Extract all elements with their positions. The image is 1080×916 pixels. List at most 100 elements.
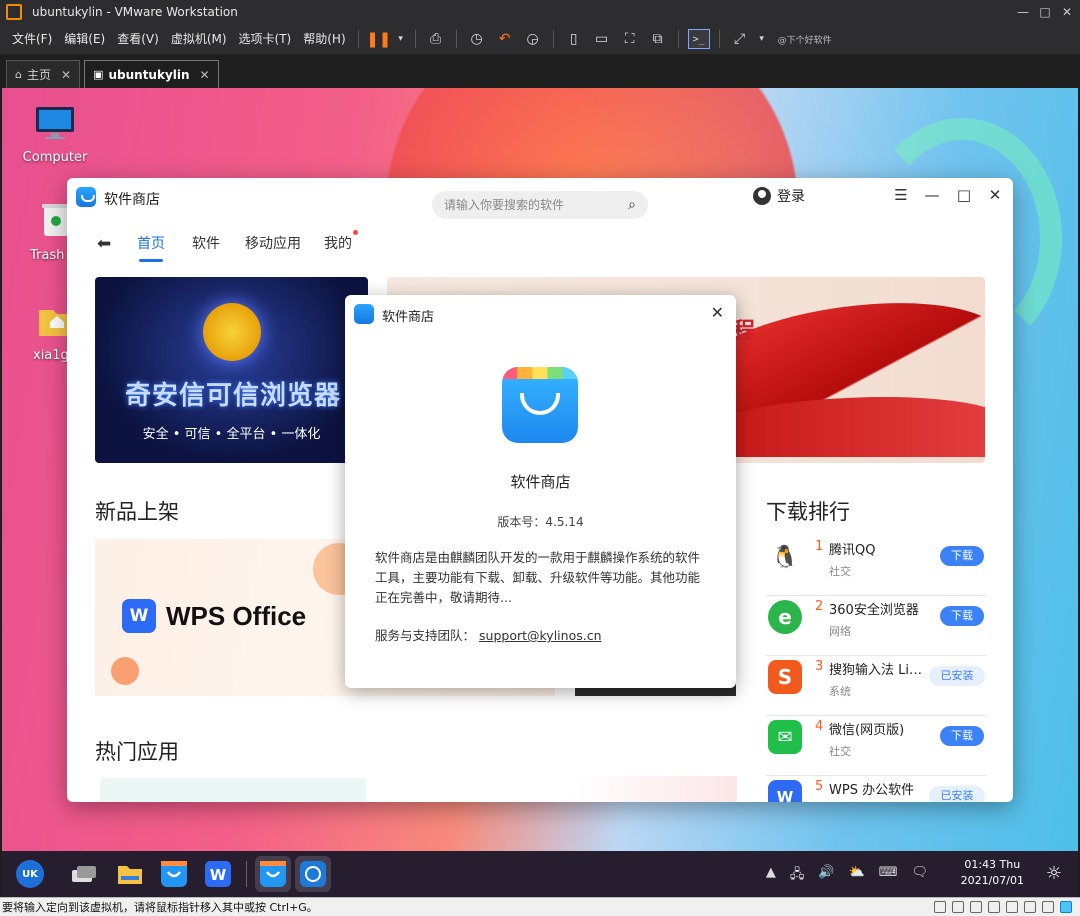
close-button[interactable]: ✕ <box>1054 0 1080 24</box>
wps-writer-icon[interactable]: W <box>200 856 236 892</box>
minimize-button[interactable]: — <box>922 186 942 204</box>
vmware-app-icon <box>6 4 22 20</box>
banner-text-fragment: 程 <box>733 319 756 344</box>
start-menu-icon[interactable]: UK <box>16 860 44 888</box>
desktop-icon-home[interactable]: xia1g <box>6 302 70 363</box>
multitask-view-icon[interactable] <box>66 856 102 892</box>
close-button[interactable]: ✕ <box>985 186 1005 204</box>
file-manager-icon[interactable] <box>112 856 148 892</box>
close-icon[interactable]: ✕ <box>711 303 724 322</box>
back-arrow-icon[interactable]: ⬅ <box>97 234 111 254</box>
screenshot-tool-icon[interactable] <box>295 856 331 892</box>
tab-mine[interactable]: 我的 <box>324 233 352 253</box>
revert-snapshot-icon[interactable]: ↶ <box>494 29 516 49</box>
search-icon[interactable]: ⌕ <box>628 197 636 213</box>
desktop-icon-label: xia1g <box>33 348 69 363</box>
installed-badge[interactable]: 已安装 <box>929 786 985 802</box>
send-ctrl-alt-del-icon[interactable]: ⎙ <box>425 29 447 49</box>
hot-app-card[interactable] <box>100 778 366 802</box>
store-logo-icon <box>354 304 374 324</box>
hdd-icon[interactable] <box>934 901 946 913</box>
360-browser-icon: e <box>768 600 802 634</box>
support-email-link[interactable]: support@kylinos.cn <box>479 628 601 643</box>
sidebar-toggle-icon[interactable]: ▯ <box>563 29 585 49</box>
tab-ubuntukylin[interactable]: ▣ ubuntukylin ✕ <box>84 60 219 88</box>
unity-icon[interactable]: ⧉ <box>647 29 669 49</box>
section-title-new: 新品上架 <box>95 500 179 524</box>
download-button[interactable]: 下载 <box>940 726 984 746</box>
download-button[interactable]: 下载 <box>940 546 984 566</box>
sound-icon[interactable] <box>1006 901 1018 913</box>
list-item[interactable]: W 5 WPS 办公软件 已安装 <box>766 776 986 802</box>
chevron-down-icon[interactable]: ▾ <box>757 29 767 49</box>
hot-app-card[interactable] <box>567 776 737 802</box>
toolbar-separator <box>357 30 359 48</box>
tab-label: 主页 <box>26 68 51 82</box>
section-title-hot: 热门应用 <box>95 740 179 764</box>
notification-icon[interactable]: 🗨 <box>911 865 928 887</box>
close-tab-icon[interactable]: ✕ <box>61 68 71 82</box>
volume-icon[interactable]: 🔊 <box>818 865 834 887</box>
list-item[interactable]: ✉ 4 微信(网页版) 社交 下载 <box>766 716 986 776</box>
app-name: 腾讯QQ <box>829 543 876 558</box>
tab-software[interactable]: 软件 <box>192 233 220 253</box>
tab-home[interactable]: 首页 <box>137 233 165 262</box>
software-store-running-icon[interactable] <box>255 856 291 892</box>
thumbnail-bar-icon[interactable]: ▭ <box>591 29 613 49</box>
desktop-icon-trash[interactable]: Trash <box>6 202 76 263</box>
menu-tabs[interactable]: 选项卡(T) <box>233 24 298 54</box>
menu-vm[interactable]: 虚拟机(M) <box>165 24 233 54</box>
status-message: 要将输入定向到该虚拟机，请将鼠标指针移入其中或按 Ctrl+G。 <box>2 901 318 914</box>
message-icon[interactable] <box>1060 901 1072 913</box>
desktop-icon-computer[interactable]: Computer <box>10 104 100 165</box>
cdrom-icon[interactable] <box>952 901 964 913</box>
menu-help[interactable]: 帮助(H) <box>297 24 351 54</box>
printer-icon[interactable] <box>1024 901 1036 913</box>
taskbar-clock[interactable]: 01:43 Thu 2021/07/01 <box>961 857 1024 889</box>
list-item[interactable]: S 3 搜狗输入法 Li… 系统 已安装 <box>766 656 986 716</box>
app-description: 软件商店是由麒麟团队开发的一款用于麒麟操作系统的软件工具，主要功能有下载、卸载、… <box>375 550 701 605</box>
maximize-button[interactable]: □ <box>954 186 974 204</box>
snapshot-manager-icon[interactable]: ◶ <box>522 29 544 49</box>
close-tab-icon[interactable]: ✕ <box>200 68 210 82</box>
night-mode-icon[interactable]: ☼ <box>1046 863 1062 884</box>
fullscreen-icon[interactable]: ⛶ <box>619 29 641 49</box>
keyboard-icon[interactable]: ⌨ <box>879 865 898 887</box>
tab-home[interactable]: ⌂ 主页 ✕ <box>6 60 81 88</box>
display-icon[interactable] <box>1042 901 1054 913</box>
network-adapter-icon[interactable] <box>970 901 982 913</box>
vmware-window-title: ubuntukylin - VMware Workstation <box>32 5 238 19</box>
installed-badge[interactable]: 已安装 <box>929 666 985 686</box>
download-button[interactable]: 下载 <box>940 606 984 626</box>
menu-icon[interactable]: ☰ <box>891 186 911 204</box>
search-box[interactable]: ⌕ <box>432 191 648 219</box>
clock-time: 01:43 Thu <box>964 858 1021 871</box>
app-name: 360安全浏览器 <box>829 603 919 618</box>
snapshot-icon[interactable]: ◷ <box>466 29 488 49</box>
store-title: 软件商店 <box>104 192 160 208</box>
store-logo-icon <box>76 187 96 207</box>
weather-icon[interactable]: ⛅ <box>849 865 865 887</box>
banner-qianxin-browser[interactable]: 奇安信可信浏览器 安全 • 可信 • 全平台 • 一体化 <box>95 277 368 463</box>
tab-mobile-apps[interactable]: 移动应用 <box>245 233 301 253</box>
chevron-down-icon[interactable]: ▾ <box>396 29 406 49</box>
notification-dot <box>353 230 358 235</box>
desktop-icon-label: Computer <box>22 150 88 165</box>
vmware-title-bar: ubuntukylin - VMware Workstation — □ ✕ <box>0 0 1080 24</box>
software-store-icon[interactable] <box>156 856 192 892</box>
app-category: 系统 <box>829 685 851 698</box>
pause-icon[interactable]: ❚❚ <box>366 29 391 49</box>
tray-expand-icon[interactable]: ▲ <box>766 865 776 887</box>
menu-view[interactable]: 查看(V) <box>111 24 165 54</box>
stretch-guest-icon[interactable]: ⤢ <box>729 29 751 49</box>
app-category: 社交 <box>829 745 851 758</box>
console-view-icon[interactable]: >_ <box>687 29 710 49</box>
login-button[interactable]: 登录 <box>753 186 805 206</box>
network-icon[interactable]: 🖧 <box>790 865 805 887</box>
list-item[interactable]: e 2 360安全浏览器 网络 下载 <box>766 596 986 656</box>
list-item[interactable]: 🐧 1 腾讯QQ 社交 下载 <box>766 536 986 596</box>
usb-icon[interactable] <box>988 901 1000 913</box>
menu-file[interactable]: 文件(F) <box>6 24 58 54</box>
search-input[interactable] <box>444 198 614 212</box>
menu-edit[interactable]: 编辑(E) <box>58 24 111 54</box>
